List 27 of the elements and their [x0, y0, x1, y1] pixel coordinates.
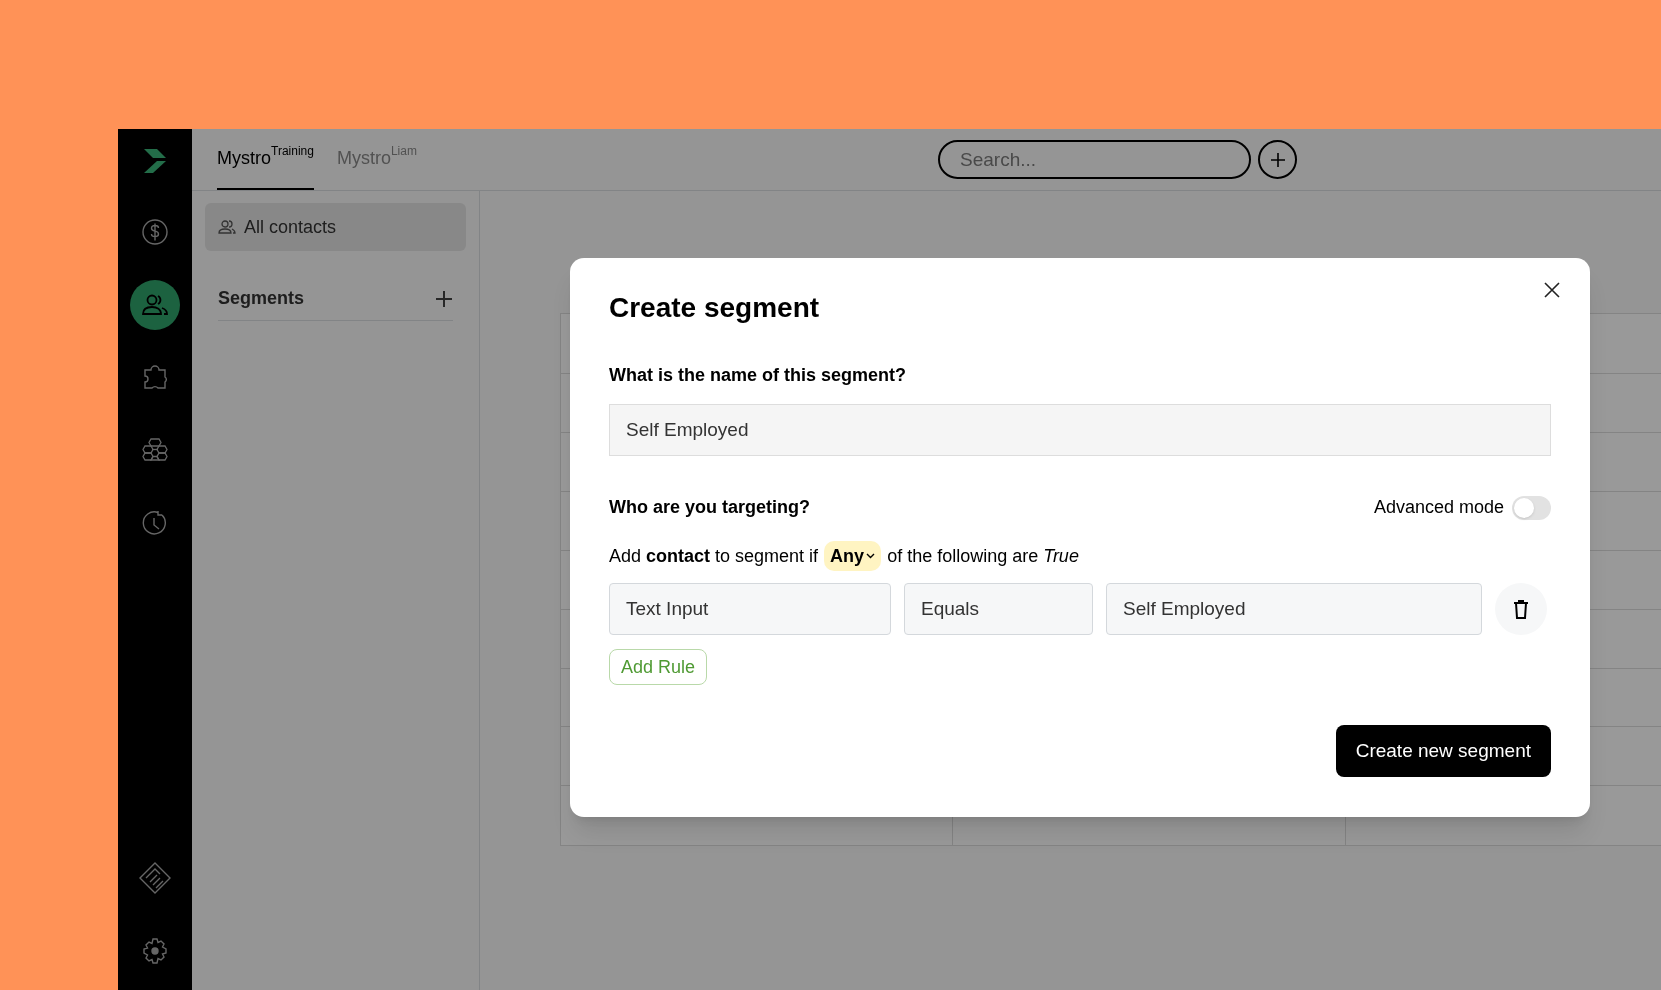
sidebar-item[interactable]: All contacts: [205, 203, 466, 251]
field-label: What is the name of this segment?: [609, 365, 907, 385]
contacts-icon[interactable]: [130, 280, 180, 330]
workspace-tab[interactable]: Mystro$^{Training}$: [217, 129, 314, 190]
create-segment-button[interactable]: Create new segment: [1335, 725, 1551, 777]
chevron-down-icon: [866, 553, 876, 559]
rule-operator-select[interactable]: Equals: [904, 583, 1093, 635]
toggle-label: Advanced mode: [1373, 496, 1504, 519]
add-segment-icon[interactable]: [435, 289, 453, 308]
advanced-mode-toggle[interactable]: [1512, 495, 1551, 520]
close-button[interactable]: [1542, 280, 1562, 300]
rule-field-select[interactable]: Text Input: [609, 583, 891, 635]
modal-title: Create segment: [609, 291, 820, 325]
rule-value-field[interactable]: Self Employed: [1106, 583, 1482, 635]
condition-text: of the following are True: [887, 544, 1079, 568]
section-label: Who are you targeting?: [609, 496, 810, 519]
trash-icon: [1513, 599, 1529, 619]
condition-text: Add contact to segment if: [609, 544, 819, 568]
segment-name-field[interactable]: Self Employed: [609, 404, 1551, 456]
match-dropdown[interactable]: Any: [824, 541, 882, 571]
delete-button[interactable]: [1495, 583, 1547, 635]
section-title: Segments: [218, 287, 305, 310]
add-button[interactable]: [1258, 140, 1297, 179]
search-field[interactable]: Search...: [938, 140, 1251, 179]
contacts-icon: [218, 219, 236, 235]
add-rule-button[interactable]: Add Rule: [609, 649, 708, 685]
plus-icon: [1268, 150, 1287, 169]
